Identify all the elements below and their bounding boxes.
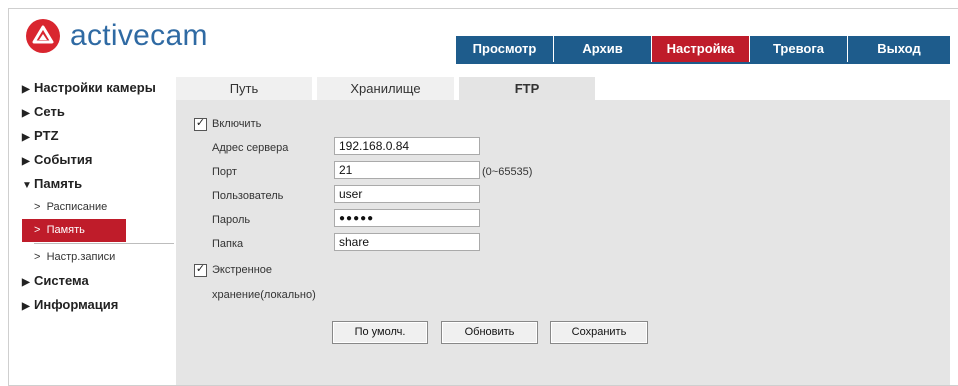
- triangle-right-icon: ▶: [22, 277, 30, 288]
- sidebar-subitem-record-settings[interactable]: > Настр.записи: [22, 246, 172, 269]
- sidebar-item-network[interactable]: ▶ Сеть: [22, 100, 172, 124]
- sidebar-item-memory[interactable]: ▼ Память: [22, 172, 172, 196]
- sidebar-item-label: Настройки камеры: [34, 80, 156, 95]
- sidebar-item-label: Сеть: [34, 104, 65, 119]
- sidebar-subitem-schedule[interactable]: > Расписание: [22, 196, 172, 219]
- nav-underline: [456, 62, 950, 64]
- port-range-hint: (0~65535): [482, 166, 533, 178]
- user-input[interactable]: [334, 185, 480, 203]
- sidebar-item-label: PTZ: [34, 128, 59, 143]
- triangle-right-icon: ▶: [22, 301, 30, 312]
- sidebar: ▶ Настройки камеры ▶ Сеть ▶ PTZ ▶ События ▼ П…: [22, 76, 174, 317]
- sidebar-item-label: Информация: [34, 297, 119, 312]
- storage-subtabs: Путь Хранилище FTP: [176, 77, 600, 100]
- nav-tab-settings[interactable]: Настройка: [652, 36, 750, 62]
- port-input[interactable]: [334, 161, 480, 179]
- logo-arrows-icon: [32, 25, 54, 44]
- subtab-ftp[interactable]: FTP: [459, 77, 595, 100]
- chevron-right-icon: >: [34, 251, 41, 263]
- user-label: Пользователь: [212, 190, 284, 202]
- nav-tab-alarm[interactable]: Тревога: [750, 36, 848, 62]
- ftp-settings-panel: ✓ Включить Адрес сервера Порт (0~65535) …: [176, 100, 950, 385]
- server-label: Адрес сервера: [212, 142, 289, 154]
- folder-input[interactable]: [334, 233, 480, 251]
- frame-top-border: [8, 8, 958, 9]
- default-button[interactable]: По умолч.: [332, 321, 428, 344]
- sidebar-item-system[interactable]: ▶ Система: [22, 269, 172, 293]
- sidebar-item-info[interactable]: ▶ Информация: [22, 293, 172, 317]
- checkmark-icon: ✓: [195, 263, 206, 275]
- sidebar-item-label: Система: [34, 273, 89, 288]
- save-button[interactable]: Сохранить: [550, 321, 648, 344]
- subtab-path[interactable]: Путь: [176, 77, 312, 100]
- folder-label: Папка: [212, 238, 244, 250]
- chevron-right-icon: >: [34, 201, 41, 213]
- subtab-storage[interactable]: Хранилище: [317, 77, 454, 100]
- sidebar-divider: [34, 243, 174, 244]
- emergency-storage-label-line1: Экстренное: [212, 264, 273, 276]
- password-label: Пароль: [212, 214, 251, 226]
- sidebar-item-camera-settings[interactable]: ▶ Настройки камеры: [22, 76, 172, 100]
- port-label: Порт: [212, 166, 237, 178]
- enable-checkbox[interactable]: ✓: [194, 117, 207, 131]
- chevron-right-icon: >: [34, 224, 41, 236]
- enable-label: Включить: [212, 118, 262, 130]
- logo-mark-icon: [26, 19, 60, 53]
- refresh-button[interactable]: Обновить: [441, 321, 538, 344]
- sidebar-item-label: События: [34, 152, 93, 167]
- triangle-down-icon: ▼: [22, 180, 32, 191]
- sidebar-subitem-label: Расписание: [46, 201, 108, 213]
- checkmark-icon: ✓: [195, 117, 206, 129]
- nav-tab-logout[interactable]: Выход: [848, 36, 950, 62]
- triangle-right-icon: ▶: [22, 132, 30, 143]
- triangle-right-icon: ▶: [22, 108, 30, 119]
- triangle-right-icon: ▶: [22, 156, 30, 167]
- sidebar-item-events[interactable]: ▶ События: [22, 148, 172, 172]
- logo: activecam: [26, 16, 208, 56]
- emergency-storage-checkbox[interactable]: ✓: [194, 263, 207, 277]
- server-address-input[interactable]: [334, 137, 480, 155]
- sidebar-subitem-label: Память: [46, 224, 85, 236]
- frame-left-border: [8, 8, 9, 386]
- password-mask: ●●●●●: [339, 213, 375, 224]
- sidebar-subitem-memory[interactable]: > Память: [22, 219, 126, 242]
- nav-tab-view[interactable]: Просмотр: [456, 36, 554, 62]
- sidebar-subitem-label: Настр.записи: [46, 251, 116, 263]
- nav-tab-archive[interactable]: Архив: [554, 36, 652, 62]
- sidebar-item-label: Память: [34, 176, 83, 191]
- triangle-right-icon: ▶: [22, 84, 30, 95]
- password-input[interactable]: ●●●●●: [334, 209, 480, 227]
- sidebar-item-ptz[interactable]: ▶ PTZ: [22, 124, 172, 148]
- main-nav: Просмотр Архив Настройка Тревога Выход: [456, 36, 950, 62]
- logo-text: activecam: [70, 19, 208, 52]
- emergency-storage-label-line2: хранение(локально): [212, 289, 316, 301]
